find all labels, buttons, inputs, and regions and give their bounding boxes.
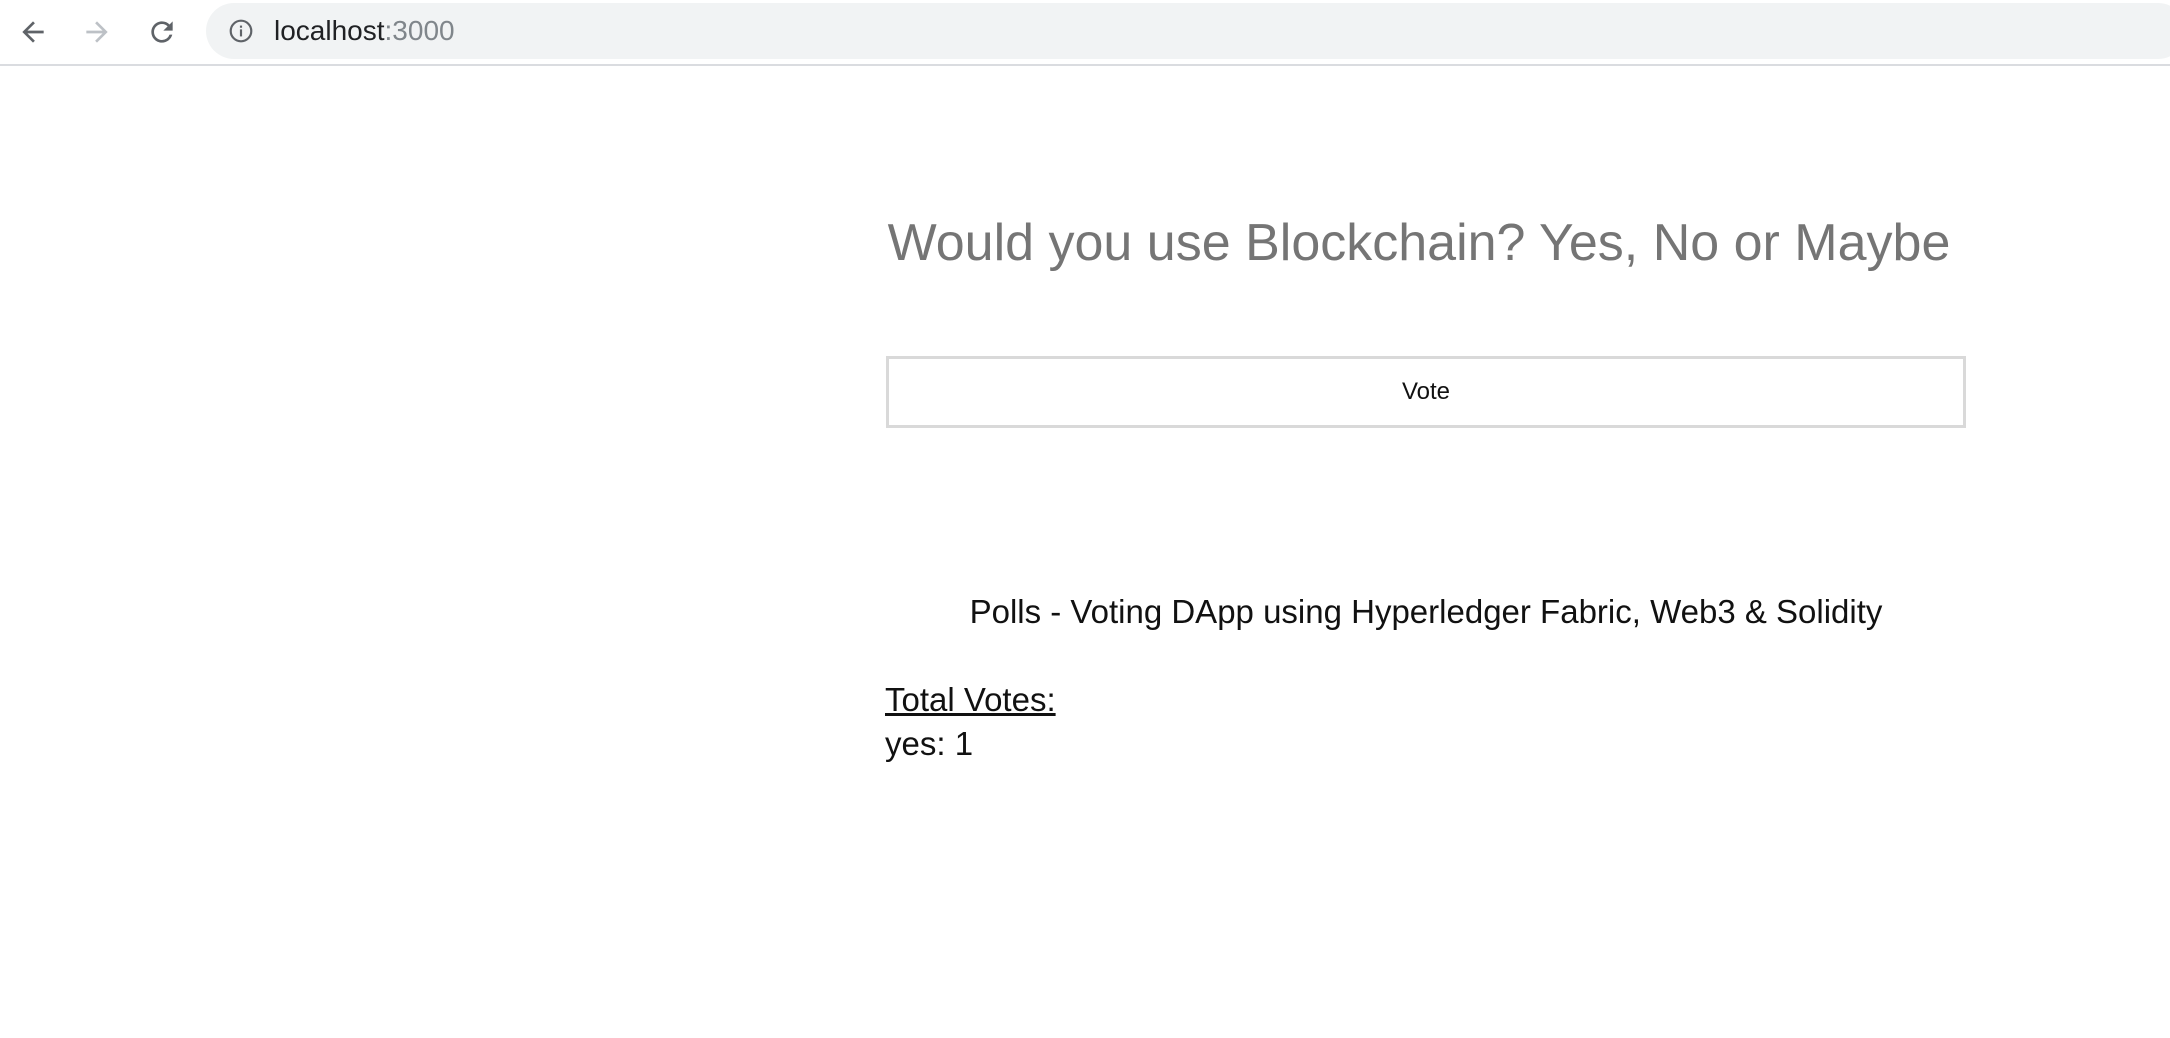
browser-toolbar: localhost:3000 bbox=[0, 0, 2170, 66]
poll-question: Would you use Blockchain? Yes, No or May… bbox=[887, 214, 1951, 272]
address-bar[interactable]: localhost:3000 bbox=[206, 3, 2170, 59]
vote-count-yes: yes: 1 bbox=[885, 725, 974, 762]
url-host: localhost bbox=[274, 15, 385, 46]
info-icon[interactable] bbox=[228, 18, 254, 44]
url-text: localhost:3000 bbox=[274, 15, 455, 47]
back-button[interactable] bbox=[11, 10, 55, 54]
reload-icon bbox=[151, 21, 173, 43]
url-port: :3000 bbox=[384, 15, 455, 46]
total-votes-label: Total Votes: bbox=[885, 681, 1056, 718]
arrow-left-icon bbox=[22, 21, 44, 43]
reload-button[interactable] bbox=[140, 10, 184, 54]
vote-option-count: 1 bbox=[954, 725, 974, 762]
app-subtitle: Polls - Voting DApp using Hyperledger Fa… bbox=[969, 593, 1883, 630]
arrow-right-icon bbox=[86, 21, 108, 43]
vote-option-label: yes bbox=[885, 725, 937, 762]
forward-button[interactable] bbox=[75, 10, 119, 54]
vote-button[interactable]: Vote bbox=[886, 356, 1966, 428]
